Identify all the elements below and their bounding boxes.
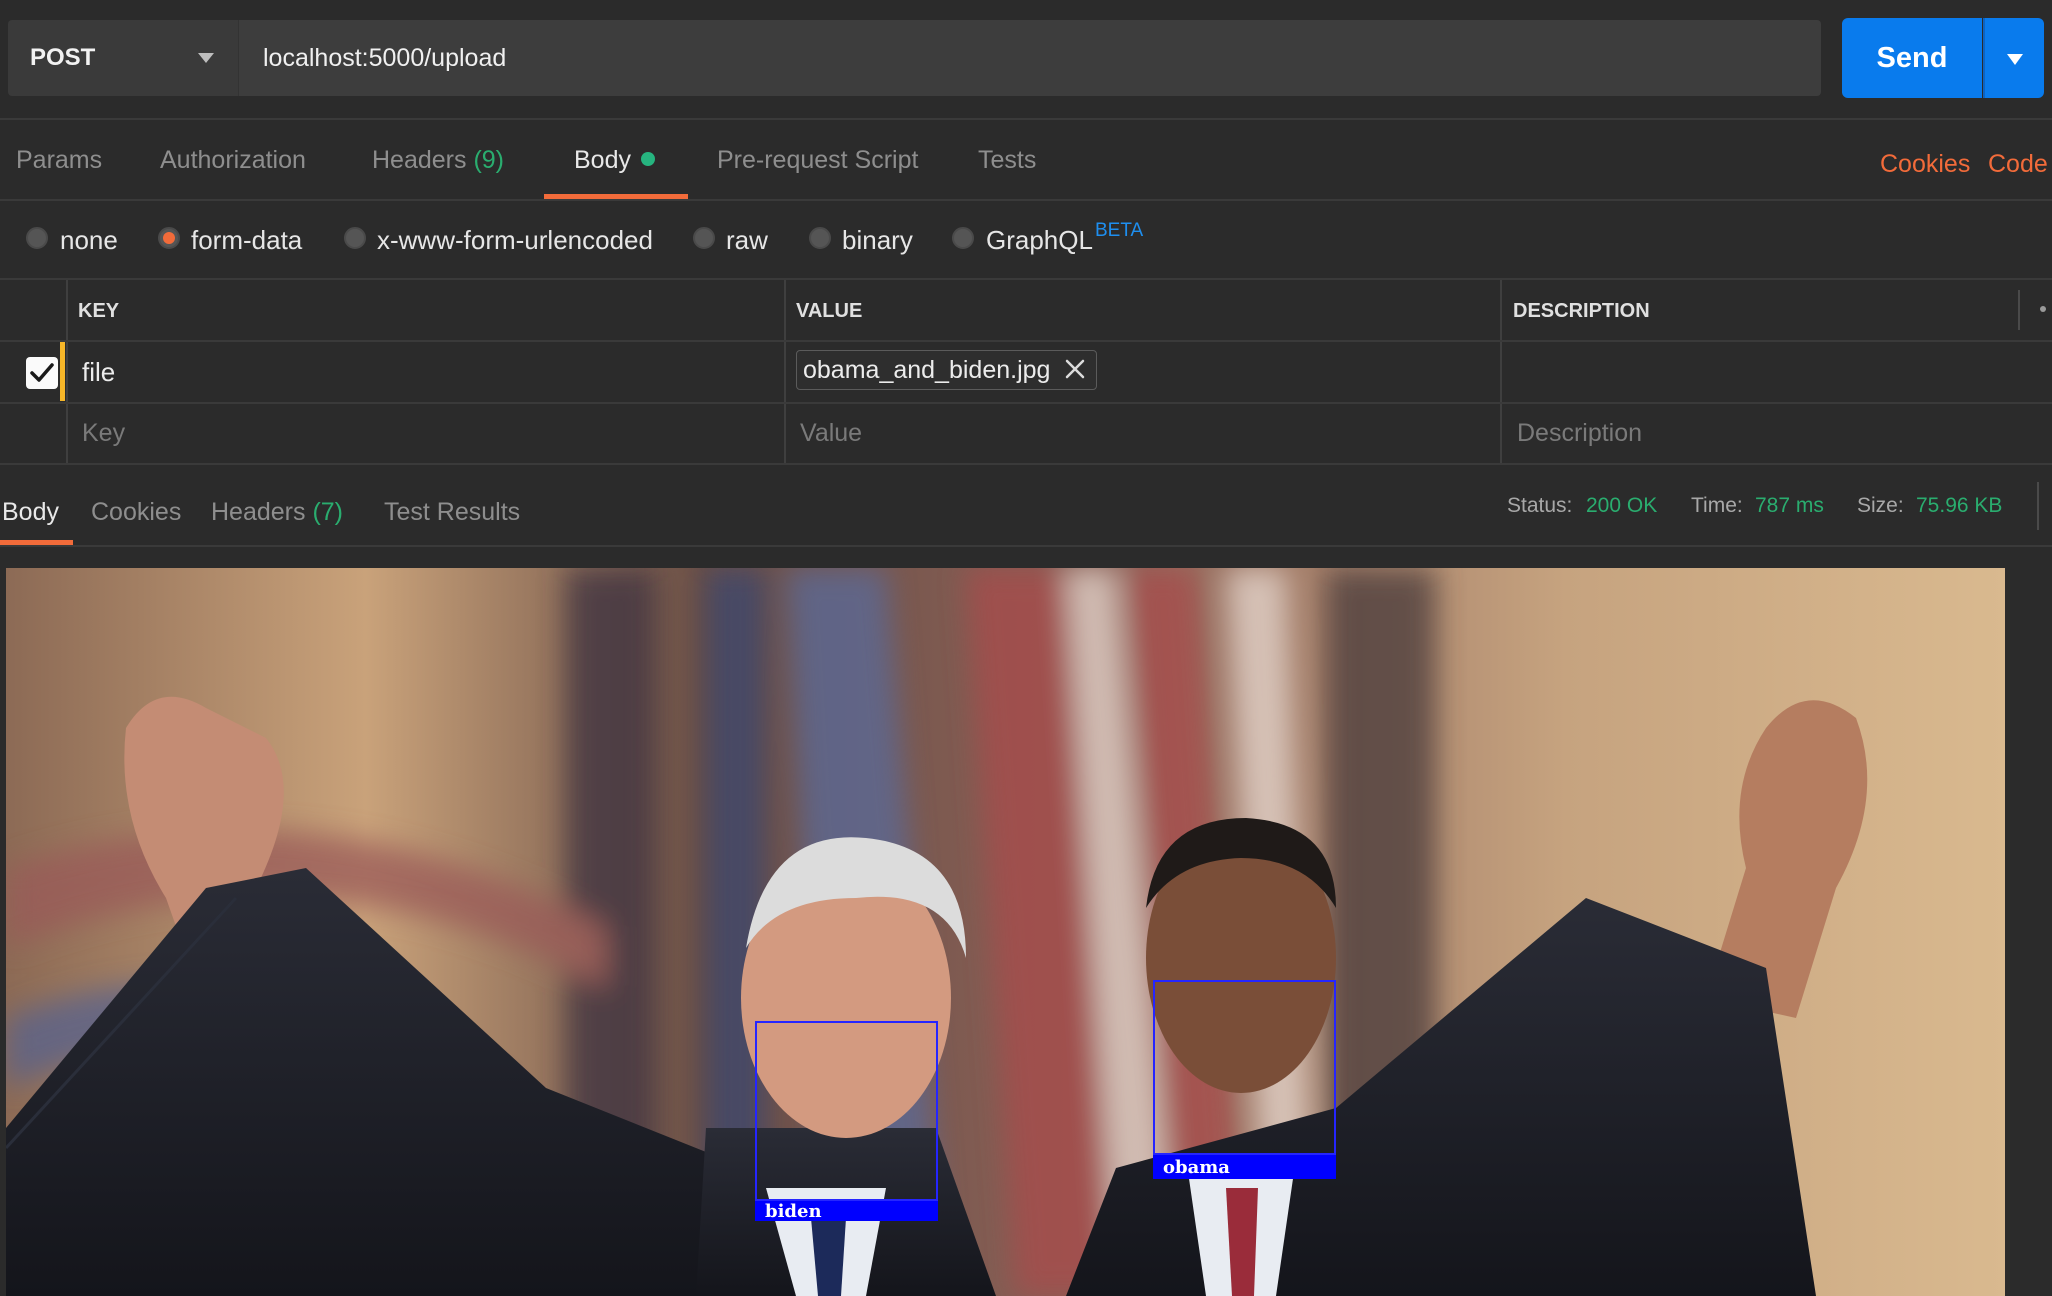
tab-prerequest-script[interactable]: Pre-request Script (717, 146, 918, 175)
response-tab-cookies[interactable]: Cookies (91, 498, 181, 527)
face-box-biden (755, 1021, 938, 1201)
tab-tests[interactable]: Tests (978, 146, 1036, 175)
radio-raw[interactable] (693, 227, 715, 249)
face-box-obama (1153, 980, 1336, 1155)
tab-headers[interactable]: Headers (9) (372, 146, 504, 175)
column-header-description: DESCRIPTION (1513, 300, 1650, 322)
tab-params[interactable]: Params (16, 146, 102, 175)
chevron-down-icon (198, 53, 214, 63)
radio-raw-label: raw (726, 225, 768, 255)
column-divider (1500, 280, 1502, 464)
divider (0, 118, 2052, 120)
file-chip[interactable]: obama_and_biden.jpg (796, 350, 1098, 390)
radio-form-data-label: form-data (191, 225, 303, 255)
radio-none-label: none (60, 225, 118, 255)
column-header-value: VALUE (796, 300, 863, 322)
radio-none[interactable] (26, 227, 48, 249)
value-input[interactable]: Value (800, 419, 862, 448)
face-label-biden: biden (755, 1201, 938, 1222)
response-photo (6, 568, 2005, 1296)
body-indicator-dot (640, 152, 655, 167)
close-icon[interactable] (1064, 358, 1086, 387)
radio-binary[interactable] (809, 227, 831, 249)
time-value: 787 ms (1755, 494, 1824, 517)
file-name: obama_and_biden.jpg (803, 355, 1051, 384)
radio-urlencoded-label: x-www-form-urlencoded (377, 225, 653, 255)
size-value: 75.96 KB (1916, 494, 2003, 517)
response-tab-headers-label: Headers (211, 498, 306, 526)
method-label: POST (30, 44, 96, 71)
send-options-button[interactable] (1983, 18, 2044, 98)
status-label: Status: (1507, 494, 1573, 517)
radio-graphql[interactable] (952, 227, 974, 249)
send-button[interactable]: Send (1842, 18, 1982, 98)
tab-headers-label: Headers (372, 146, 467, 174)
column-divider (66, 280, 68, 464)
face-label-obama: obama (1153, 1155, 1336, 1179)
radio-urlencoded[interactable] (344, 227, 366, 249)
key-cell[interactable]: file (82, 357, 115, 388)
row-checkbox[interactable] (26, 357, 58, 389)
row-divider (0, 340, 2052, 342)
column-divider (784, 280, 786, 464)
headers-count: (9) (473, 146, 505, 174)
divider (0, 199, 2052, 201)
time-label: Time: (1691, 494, 1743, 517)
chevron-down-icon (2007, 54, 2023, 65)
column-header-key: KEY (78, 300, 120, 322)
url-input[interactable]: localhost:5000/upload (238, 20, 1821, 96)
response-headers-count: (7) (312, 498, 344, 526)
tab-body-label: Body (574, 146, 631, 174)
divider (0, 545, 2052, 547)
response-image: biden obama (6, 568, 2005, 1296)
code-link[interactable]: Code (1988, 150, 2048, 179)
tab-authorization[interactable]: Authorization (160, 146, 306, 175)
response-tab-test-results[interactable]: Test Results (384, 498, 520, 527)
radio-graphql-label: GraphQL (986, 225, 1093, 255)
description-input[interactable]: Description (1517, 419, 1642, 448)
status-value: 200 OK (1586, 494, 1658, 517)
response-tab-headers[interactable]: Headers (7) (211, 498, 343, 527)
row-edit-marker (60, 342, 65, 401)
radio-form-data[interactable] (158, 227, 180, 249)
row-divider (0, 463, 2052, 465)
beta-badge: BETA (1095, 220, 1144, 241)
checkmark-icon (30, 363, 54, 382)
column-divider (2018, 290, 2020, 330)
radio-binary-label: binary (842, 225, 913, 255)
divider (2037, 482, 2039, 530)
method-select[interactable]: POST (8, 20, 238, 96)
more-options-icon[interactable] (2040, 306, 2046, 312)
key-input[interactable]: Key (82, 419, 125, 448)
row-divider (0, 402, 2052, 404)
size-label: Size: (1857, 494, 1904, 517)
response-tab-body[interactable]: Body (2, 498, 59, 527)
tab-body[interactable]: Body (574, 146, 655, 175)
cookies-link[interactable]: Cookies (1880, 150, 1970, 179)
